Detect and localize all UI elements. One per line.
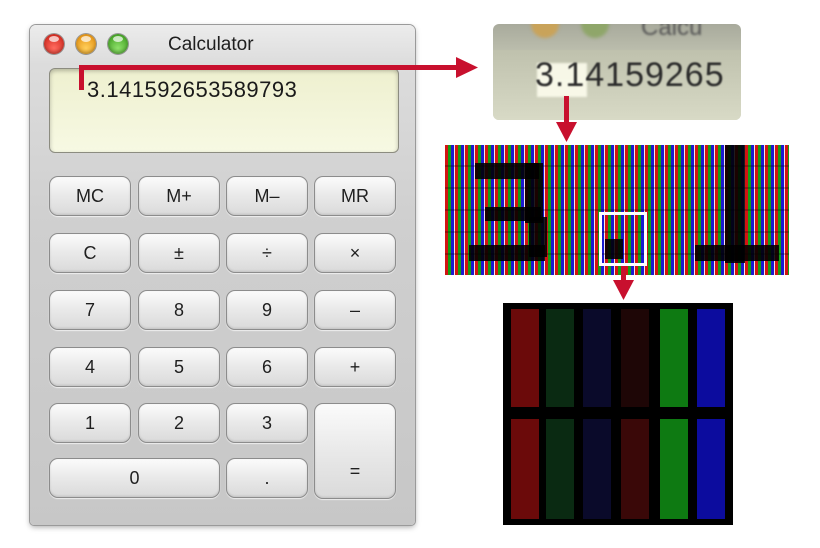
subpixel-green (546, 309, 574, 407)
subtract-button[interactable]: – (314, 290, 396, 330)
blurred-minimize-icon (531, 24, 559, 38)
zoomed-display-photo: Calcu 3.14159265 (493, 24, 741, 120)
subpixel-red (511, 309, 539, 407)
subpixel-blue (583, 309, 611, 407)
memory-clear-button[interactable]: MC (49, 176, 131, 216)
zoomed-digits: 3.14159265 (535, 56, 725, 94)
add-button[interactable]: + (314, 347, 396, 387)
magnified-subpixels (503, 303, 733, 525)
digit-6-button[interactable]: 6 (226, 347, 308, 387)
memory-add-button[interactable]: M+ (138, 176, 220, 216)
subpixel-red (621, 309, 649, 407)
calculator-window: Calculator 3.141592653589793 MC M+ M– MR… (30, 25, 415, 525)
blurred-zoom-icon (581, 24, 609, 38)
minimize-icon[interactable] (76, 34, 96, 54)
divide-button[interactable]: ÷ (226, 233, 308, 273)
display-value: 3.141592653589793 (87, 77, 298, 102)
digit-0-button[interactable]: 0 (49, 458, 220, 498)
zoomed-title-fragment: Calcu (641, 24, 703, 41)
digit-1-button[interactable]: 1 (49, 403, 131, 443)
subpixel-blue (697, 419, 725, 519)
subpixel-green (660, 309, 688, 407)
calculator-display: 3.141592653589793 (49, 68, 399, 153)
subpixel-green (660, 419, 688, 519)
subpixel-blue (697, 309, 725, 407)
subpixel-red (621, 419, 649, 519)
equals-button[interactable]: = (314, 403, 396, 499)
clear-button[interactable]: C (49, 233, 131, 273)
close-icon[interactable] (44, 34, 64, 54)
memory-subtract-button[interactable]: M– (226, 176, 308, 216)
digit-5-button[interactable]: 5 (138, 347, 220, 387)
plus-minus-button[interactable]: ± (138, 233, 220, 273)
title-bar: Calculator (30, 25, 415, 65)
digit-8-button[interactable]: 8 (138, 290, 220, 330)
multiply-button[interactable]: × (314, 233, 396, 273)
digit-7-button[interactable]: 7 (49, 290, 131, 330)
subpixel-green (546, 419, 574, 519)
digit-2-button[interactable]: 2 (138, 403, 220, 443)
selection-box (599, 212, 647, 266)
zoom-icon[interactable] (108, 34, 128, 54)
digit-4-button[interactable]: 4 (49, 347, 131, 387)
subpixel-blue (583, 419, 611, 519)
digit-9-button[interactable]: 9 (226, 290, 308, 330)
subpixel-red (511, 419, 539, 519)
memory-recall-button[interactable]: MR (314, 176, 396, 216)
digit-3-button[interactable]: 3 (226, 403, 308, 443)
decimal-button[interactable]: . (226, 458, 308, 498)
window-title: Calculator (168, 34, 254, 55)
